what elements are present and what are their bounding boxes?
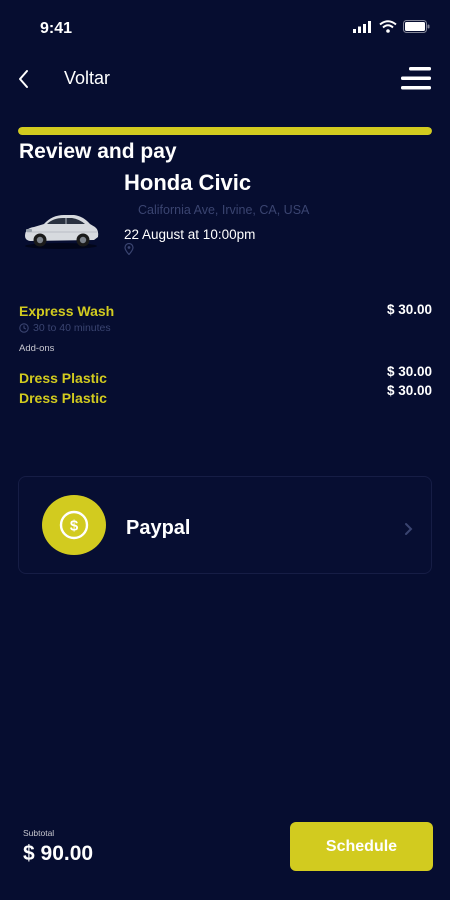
subtotal-value: $ 90.00	[23, 842, 94, 865]
hamburger-menu-icon[interactable]	[400, 64, 434, 94]
schedule-button[interactable]: Schedule	[290, 822, 433, 871]
payment-icon-badge: $	[42, 495, 106, 555]
location-pin-icon	[124, 243, 134, 255]
car-image	[25, 215, 99, 249]
service-price: $ 30.00	[386, 302, 432, 317]
signal-icon	[353, 20, 371, 33]
clock-icon	[19, 323, 29, 333]
status-time: 9:41	[40, 20, 73, 37]
top-nav: Voltar	[0, 58, 450, 102]
addon-name: Dress Plastic	[19, 370, 107, 386]
service-duration: 30 to 40 minutes	[19, 322, 111, 334]
dollar-coin-icon: $	[59, 510, 89, 540]
status-icons	[353, 20, 430, 33]
chevron-right-icon	[405, 523, 413, 535]
status-bar: 9:41	[0, 0, 450, 52]
addon-price: $ 30.00	[386, 383, 432, 398]
subtotal-label: Subtotal	[23, 828, 55, 838]
duration-text: 30 to 40 minutes	[33, 322, 111, 334]
page-title: Review and pay	[19, 140, 177, 163]
addons-label: Add-ons	[19, 343, 55, 354]
battery-icon	[403, 20, 430, 33]
car-name: Honda Civic	[124, 170, 252, 195]
addon-price: $ 30.00	[386, 364, 432, 379]
back-arrow-icon[interactable]	[14, 66, 38, 92]
svg-text:$: $	[70, 518, 79, 535]
progress-fill	[18, 127, 432, 135]
payment-method-card[interactable]: $ Paypal	[18, 476, 432, 574]
service-name: Express Wash	[19, 303, 115, 319]
appointment-date: 22 August at 10:00pm	[124, 227, 256, 242]
back-label[interactable]: Voltar	[64, 68, 110, 89]
progress-bar	[18, 127, 432, 135]
wifi-icon	[379, 20, 397, 33]
addon-name: Dress Plastic	[19, 390, 107, 406]
payment-method-name: Paypal	[126, 517, 191, 539]
service-address: California Ave, Irvine, CA, USA	[138, 203, 310, 217]
